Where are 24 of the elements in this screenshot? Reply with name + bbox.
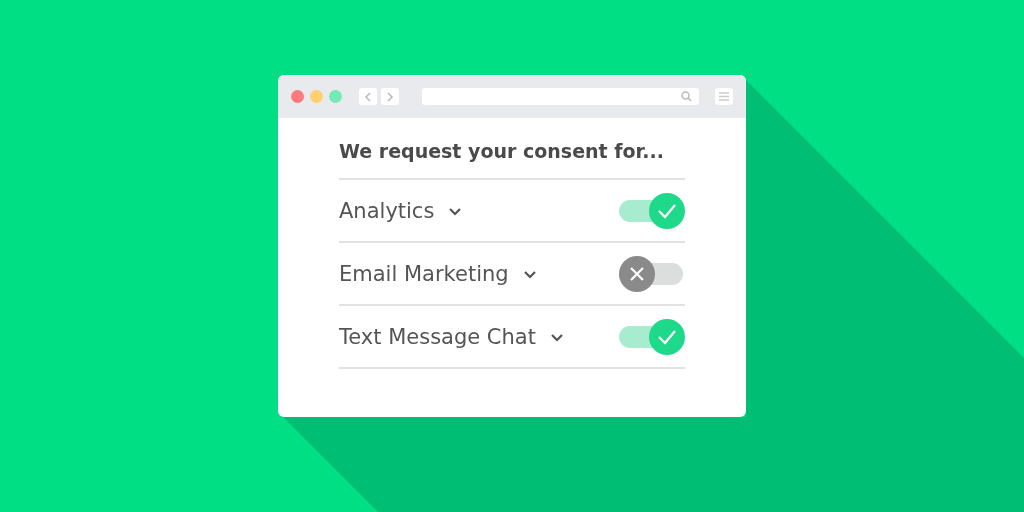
close-dot[interactable]: [291, 90, 304, 103]
back-icon: [364, 91, 372, 102]
chevron-down-icon: [448, 207, 463, 216]
maximize-dot[interactable]: [329, 90, 342, 103]
chevron-down-icon: [549, 333, 564, 342]
minimize-dot[interactable]: [310, 90, 323, 103]
cross-icon: [629, 265, 645, 282]
forward-icon: [386, 91, 394, 102]
category-expander[interactable]: Email Marketing: [339, 261, 537, 286]
chevron-down-icon: [522, 270, 537, 279]
menu-button[interactable]: [715, 88, 733, 105]
toggle-switch[interactable]: [619, 255, 685, 292]
check-icon: [657, 202, 677, 219]
menu-icon: [719, 92, 729, 101]
category-expander[interactable]: Text Message Chat: [339, 324, 564, 349]
category-expander[interactable]: Analytics: [339, 198, 463, 223]
consent-heading: We request your consent for...: [339, 140, 685, 180]
forward-button[interactable]: [381, 88, 399, 105]
toggle-switch[interactable]: [619, 192, 685, 229]
address-field[interactable]: [422, 88, 699, 105]
back-button[interactable]: [359, 88, 377, 105]
check-icon: [657, 328, 677, 345]
search-icon: [681, 91, 692, 102]
toggle-switch[interactable]: [619, 318, 685, 355]
